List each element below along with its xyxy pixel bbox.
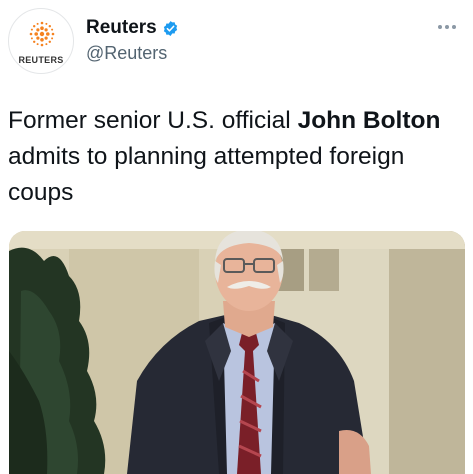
tweet-photo[interactable] xyxy=(9,231,465,474)
display-name[interactable]: Reuters xyxy=(86,17,157,39)
more-options-icon[interactable] xyxy=(438,22,462,32)
tweet-text: Former senior U.S. official John Bolton … xyxy=(8,103,463,211)
avatar[interactable]: REUTERS xyxy=(8,8,74,74)
verified-badge-icon xyxy=(162,20,179,37)
author-name-row[interactable]: Reuters xyxy=(86,17,179,39)
author-handle[interactable]: @Reuters xyxy=(86,43,167,64)
tweet-text-mention: John Bolton xyxy=(297,107,441,134)
tweet-text-part1: Former senior U.S. official xyxy=(8,107,298,134)
tweet-text-part2: admits to planning attempted foreign cou… xyxy=(8,143,405,206)
photo-illustration xyxy=(9,231,465,474)
avatar-label: REUTERS xyxy=(18,55,64,65)
reuters-logo-icon xyxy=(29,21,55,47)
